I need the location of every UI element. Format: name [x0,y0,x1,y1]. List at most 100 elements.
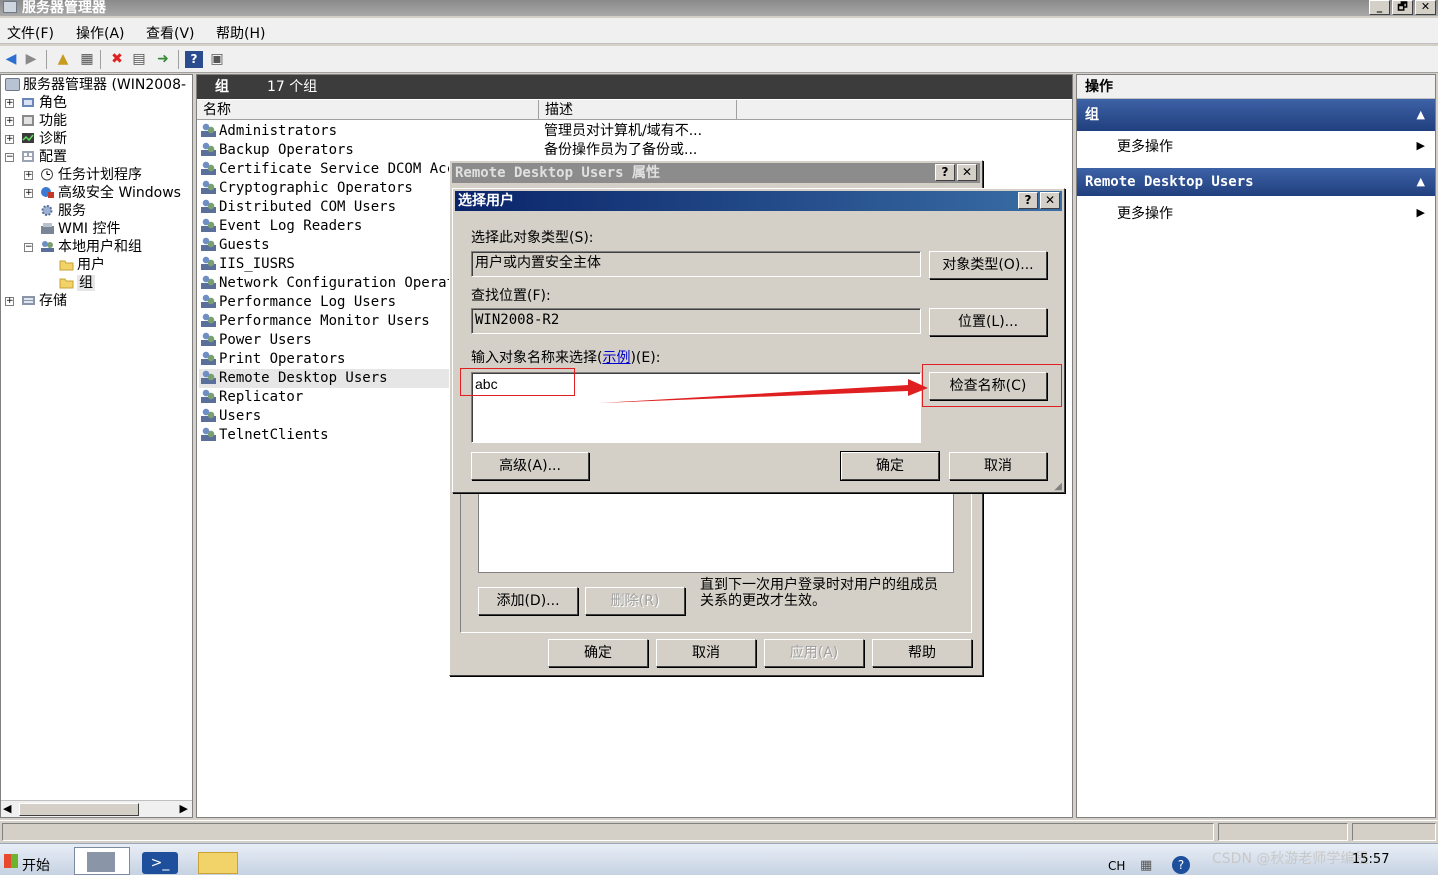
firewall-icon [40,186,55,199]
expander-firewall[interactable]: + [24,189,33,198]
table-row-selected[interactable]: Remote Desktop Users [199,369,451,388]
expander-diagnostics[interactable]: + [5,135,14,144]
add-member-button[interactable]: 添加(D)... [478,587,578,615]
keyboard-icon[interactable]: ▦ [1140,858,1152,873]
export-icon[interactable]: ➜ [154,51,172,68]
help-icon[interactable]: ? [185,51,203,68]
view-panel-icon[interactable]: ▣ [208,51,226,68]
column-header-name[interactable]: 名称 [197,100,539,120]
language-indicator[interactable]: CH [1108,859,1125,873]
select-users-close-button[interactable]: ✕ [1040,192,1060,209]
tree-item-task-scheduler[interactable]: + 任务计划程序 [24,166,142,184]
object-types-button[interactable]: 对象类型(O)... [929,251,1047,279]
minimize-button[interactable]: _ [1369,0,1390,15]
close-button[interactable]: ✕ [1415,0,1436,15]
menu-file[interactable]: 文件(F) [7,23,54,43]
forward-arrow-icon[interactable]: ▶ [22,51,40,68]
remove-member-button[interactable]: 删除(R) [585,587,685,615]
start-button[interactable]: 开始 [0,850,60,874]
powershell-icon[interactable]: >_ [142,852,178,874]
actions-section-rdu[interactable]: Remote Desktop Users ▲ [1077,168,1435,196]
select-users-help-button[interactable]: ? [1018,192,1038,209]
examples-link[interactable]: 示例 [602,350,630,366]
table-row[interactable]: IIS_IUSRS [201,255,295,274]
folder-icon [59,276,74,289]
tree-item-wmi[interactable]: WMI 控件 [24,220,121,238]
select-users-ok-button[interactable]: 确定 [840,451,940,481]
table-row[interactable]: Backup Operators [201,141,354,160]
scroll-thumb[interactable] [19,803,139,816]
expander-local-users-groups[interactable]: − [24,243,33,252]
toolbar: ◀ ▶ ▲ ▦ ✖ ▤ ➜ ? ▣ [0,46,1438,73]
menu-action[interactable]: 操作(A) [76,23,125,43]
tree-item-roles[interactable]: + 角色 [5,94,67,112]
tree-item-local-users-groups[interactable]: − 本地用户和组 [24,238,142,256]
properties-help-button[interactable]: ? [935,164,955,181]
table-row[interactable]: Distributed COM Users [201,198,396,217]
properties-help-text-button[interactable]: 帮助 [872,639,972,667]
tree-horizontal-scrollbar[interactable]: ◀ ▶ [1,800,192,817]
table-row[interactable]: TelnetClients [201,426,329,445]
table-row[interactable]: Power Users [201,331,312,350]
properties-cancel-button[interactable]: 取消 [656,639,756,667]
actions-header: 操作 [1077,75,1435,99]
expander-configuration[interactable]: − [5,153,14,162]
up-folder-icon[interactable]: ▲ [54,51,72,68]
group-icon [201,180,216,194]
resize-grip-icon[interactable]: ◢ [1054,481,1062,492]
help-circle-icon[interactable]: ? [1172,856,1190,874]
properties-apply-button[interactable]: 应用(A) [764,639,864,667]
table-row[interactable]: Event Log Readers [201,217,362,236]
table-row[interactable]: Print Operators [201,350,345,369]
scroll-right-icon[interactable]: ▶ [180,802,188,815]
tree-item-server-manager[interactable]: 服务器管理器 (WIN2008- [5,76,186,94]
members-list[interactable] [478,491,954,573]
collapse-up-icon[interactable]: ▲ [1417,168,1425,196]
menu-help[interactable]: 帮助(H) [216,23,265,43]
table-row[interactable]: Certificate Service DCOM Acce [201,160,463,179]
table-row[interactable]: Guests [201,236,270,255]
table-row[interactable]: Administrators [201,122,337,141]
expander-storage[interactable]: + [5,297,14,306]
table-row[interactable]: Replicator [201,388,303,407]
wmi-icon [40,222,55,235]
column-header-description[interactable]: 描述 [539,100,737,120]
properties-icon[interactable]: ▤ [130,51,148,68]
table-row[interactable]: Performance Monitor Users [201,312,430,331]
advanced-button[interactable]: 高级(A)... [471,452,589,480]
more-actions-groups[interactable]: 更多操作 [1117,136,1173,156]
maximize-button[interactable]: 🗗 [1392,0,1413,15]
group-icon [201,370,216,384]
tree-item-groups[interactable]: 组 [43,274,95,292]
delete-icon[interactable]: ✖ [108,51,126,68]
select-users-cancel-button[interactable]: 取消 [949,452,1047,480]
locations-button[interactable]: 位置(L)... [929,308,1047,336]
table-row[interactable]: Cryptographic Operators [201,179,413,198]
explorer-folder-icon[interactable] [198,852,238,874]
actions-section-groups[interactable]: 组 ▲ [1077,99,1435,131]
table-row[interactable]: Network Configuration Operatc [201,274,463,293]
collapse-up-icon[interactable]: ▲ [1417,99,1425,131]
properties-ok-button[interactable]: 确定 [548,639,648,667]
more-actions-rdu[interactable]: 更多操作 [1117,203,1173,223]
back-arrow-icon[interactable]: ◀ [2,51,20,68]
groups-panel-header: 组 17 个组 [197,75,1072,99]
taskbar-server-manager[interactable] [74,847,130,875]
properties-close-button[interactable]: ✕ [957,164,977,181]
tree-item-users[interactable]: 用户 [43,256,105,274]
tree-item-features[interactable]: + 功能 [5,112,67,130]
object-type-label: 选择此对象类型(S): [471,230,594,246]
scroll-left-icon[interactable]: ◀ [3,802,11,815]
expander-task-scheduler[interactable]: + [24,171,33,180]
tree-item-configuration[interactable]: − 配置 [5,148,67,166]
expander-features[interactable]: + [5,117,14,126]
table-row[interactable]: Users [201,407,261,426]
tree-item-services[interactable]: 服务 [24,202,86,220]
expander-roles[interactable]: + [5,99,14,108]
tree-item-firewall[interactable]: + 高级安全 Windows [24,184,181,202]
menu-view[interactable]: 查看(V) [146,23,195,43]
tree-item-diagnostics[interactable]: + 诊断 [5,130,67,148]
show-tree-icon[interactable]: ▦ [78,51,96,68]
tree-item-storage[interactable]: + 存储 [5,292,67,310]
table-row[interactable]: Performance Log Users [201,293,396,312]
